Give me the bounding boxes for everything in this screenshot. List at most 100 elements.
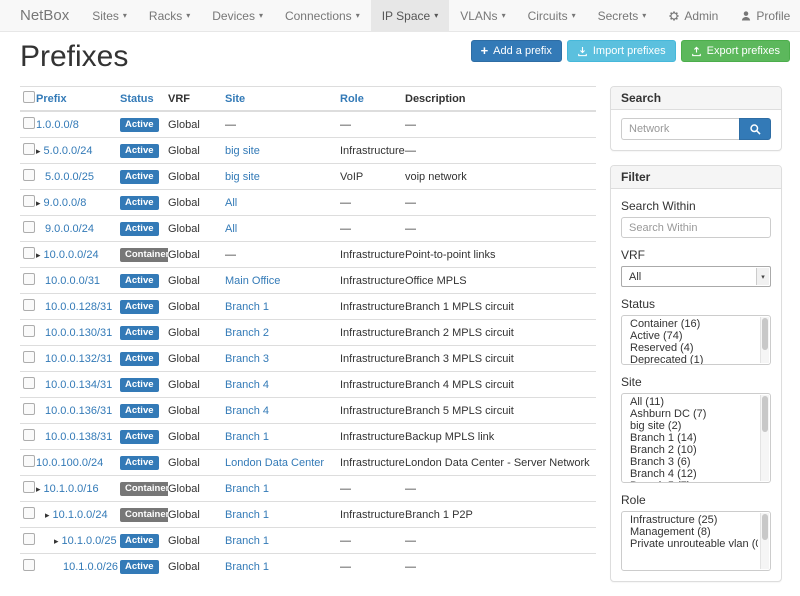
nav-item-secrets[interactable]: Secrets▾ (587, 0, 658, 31)
site-link[interactable]: Branch 1 (225, 535, 269, 547)
select-all-checkbox[interactable] (23, 91, 35, 103)
expand-arrow-icon[interactable]: ▸ (45, 509, 50, 521)
option-all-11[interactable]: All (11) (630, 397, 758, 409)
row-checkbox[interactable] (23, 481, 35, 493)
site-link[interactable]: Branch 4 (225, 379, 269, 391)
row-checkbox[interactable] (23, 325, 35, 337)
add-a-prefix-button[interactable]: +Add a prefix (471, 40, 562, 62)
option-private-unrouteable-vlan-0[interactable]: Private unrouteable vlan (0) (630, 539, 758, 551)
scrollbar-thumb[interactable] (762, 318, 768, 350)
prefix-link[interactable]: 5.0.0.0/25 (45, 171, 94, 183)
vrf-select[interactable]: All ▾ (621, 266, 771, 287)
site-link[interactable]: Branch 1 (225, 483, 269, 495)
prefix-link[interactable]: 10.0.100.0/24 (36, 457, 103, 469)
brand-link[interactable]: NetBox (14, 0, 81, 31)
column-header-role[interactable]: Role (340, 93, 364, 105)
prefix-link[interactable]: 10.0.0.130/31 (45, 327, 112, 339)
row-checkbox[interactable] (23, 221, 35, 233)
column-header-prefix[interactable]: Prefix (36, 93, 67, 105)
site-link[interactable]: big site (225, 145, 260, 157)
site-link[interactable]: Branch 1 (225, 509, 269, 521)
expand-arrow-icon[interactable]: ▸ (54, 535, 59, 547)
option-big-site-2[interactable]: big site (2) (630, 421, 758, 433)
prefix-link[interactable]: 5.0.0.0/24 (44, 145, 93, 157)
site-link[interactable]: Branch 1 (225, 431, 269, 443)
nav-item-devices[interactable]: Devices▾ (201, 0, 274, 31)
nav-item-admin[interactable]: Admin (657, 0, 729, 31)
prefix-link[interactable]: 10.0.0.132/31 (45, 353, 112, 365)
prefix-link[interactable]: 10.0.0.0/24 (44, 249, 99, 261)
option-branch-3-6[interactable]: Branch 3 (6) (630, 457, 758, 469)
row-checkbox[interactable] (23, 273, 35, 285)
row-checkbox[interactable] (23, 351, 35, 363)
site-link[interactable]: All (225, 223, 237, 235)
row-checkbox[interactable] (23, 429, 35, 441)
site-link[interactable]: Branch 1 (225, 301, 269, 313)
prefix-link[interactable]: 10.0.0.134/31 (45, 379, 112, 391)
option-deprecated-1[interactable]: Deprecated (1) (630, 355, 758, 365)
prefix-link[interactable]: 10.1.0.0/16 (44, 483, 99, 495)
nav-item-vlans[interactable]: VLANs▾ (449, 0, 516, 31)
import-prefixes-button[interactable]: Import prefixes (567, 40, 676, 62)
row-checkbox[interactable] (23, 559, 35, 571)
site-link[interactable]: Branch 2 (225, 327, 269, 339)
export-prefixes-button[interactable]: Export prefixes (681, 40, 790, 62)
prefix-link[interactable]: 10.1.0.0/24 (53, 509, 108, 521)
nav-item-circuits[interactable]: Circuits▾ (517, 0, 587, 31)
site-link[interactable]: All (225, 197, 237, 209)
row-checkbox[interactable] (23, 507, 35, 519)
site-link[interactable]: big site (225, 171, 260, 183)
column-header-site[interactable]: Site (225, 93, 245, 105)
site-link[interactable]: Branch 1 (225, 561, 269, 573)
option-ashburn-dc-7[interactable]: Ashburn DC (7) (630, 409, 758, 421)
option-infrastructure-25[interactable]: Infrastructure (25) (630, 515, 758, 527)
expand-arrow-icon[interactable]: ▸ (36, 249, 41, 261)
prefix-link[interactable]: 10.0.0.138/31 (45, 431, 112, 443)
search-within-input[interactable] (621, 217, 771, 238)
nav-item-connections[interactable]: Connections▾ (274, 0, 371, 31)
prefix-link[interactable]: 10.1.0.0/26 (63, 561, 118, 573)
option-branch-1-14[interactable]: Branch 1 (14) (630, 433, 758, 445)
prefix-link[interactable]: 10.0.0.0/31 (45, 275, 100, 287)
role-listbox[interactable]: Infrastructure (25)Management (8)Private… (621, 511, 771, 571)
nav-item-ip-space[interactable]: IP Space▾ (371, 0, 450, 31)
row-checkbox[interactable] (23, 143, 35, 155)
expand-arrow-icon[interactable]: ▸ (36, 197, 41, 209)
row-checkbox[interactable] (23, 377, 35, 389)
site-link[interactable]: Main Office (225, 275, 280, 287)
prefix-link[interactable]: 10.0.0.128/31 (45, 301, 112, 313)
row-checkbox[interactable] (23, 455, 35, 467)
option-reserved-4[interactable]: Reserved (4) (630, 343, 758, 355)
site-link[interactable]: Branch 3 (225, 353, 269, 365)
column-header-status[interactable]: Status (120, 93, 154, 105)
site-link[interactable]: London Data Center (225, 457, 324, 469)
row-checkbox[interactable] (23, 117, 35, 129)
site-listbox[interactable]: All (11)Ashburn DC (7)big site (2)Branch… (621, 393, 771, 483)
nav-item-profile[interactable]: Profile (729, 0, 800, 31)
prefix-link[interactable]: 10.0.0.136/31 (45, 405, 112, 417)
row-checkbox[interactable] (23, 533, 35, 545)
row-checkbox[interactable] (23, 195, 35, 207)
option-container-16[interactable]: Container (16) (630, 319, 758, 331)
nav-item-sites[interactable]: Sites▾ (81, 0, 138, 31)
prefix-link[interactable]: 9.0.0.0/24 (45, 223, 94, 235)
row-checkbox[interactable] (23, 403, 35, 415)
option-branch-5-7[interactable]: Branch 5 (7) (630, 481, 758, 483)
row-checkbox[interactable] (23, 169, 35, 181)
site-link[interactable]: Branch 4 (225, 405, 269, 417)
expand-arrow-icon[interactable]: ▸ (36, 483, 41, 495)
search-button[interactable] (739, 118, 771, 140)
option-management-8[interactable]: Management (8) (630, 527, 758, 539)
option-branch-4-12[interactable]: Branch 4 (12) (630, 469, 758, 481)
status-listbox[interactable]: Container (16)Active (74)Reserved (4)Dep… (621, 315, 771, 365)
scrollbar-thumb[interactable] (762, 396, 768, 432)
row-checkbox[interactable] (23, 299, 35, 311)
option-branch-2-10[interactable]: Branch 2 (10) (630, 445, 758, 457)
prefix-link[interactable]: 10.1.0.0/25 (62, 535, 117, 547)
row-checkbox[interactable] (23, 247, 35, 259)
option-active-74[interactable]: Active (74) (630, 331, 758, 343)
scrollbar-thumb[interactable] (762, 514, 768, 540)
search-input[interactable] (621, 118, 739, 140)
prefix-link[interactable]: 9.0.0.0/8 (44, 197, 87, 209)
nav-item-racks[interactable]: Racks▾ (138, 0, 201, 31)
